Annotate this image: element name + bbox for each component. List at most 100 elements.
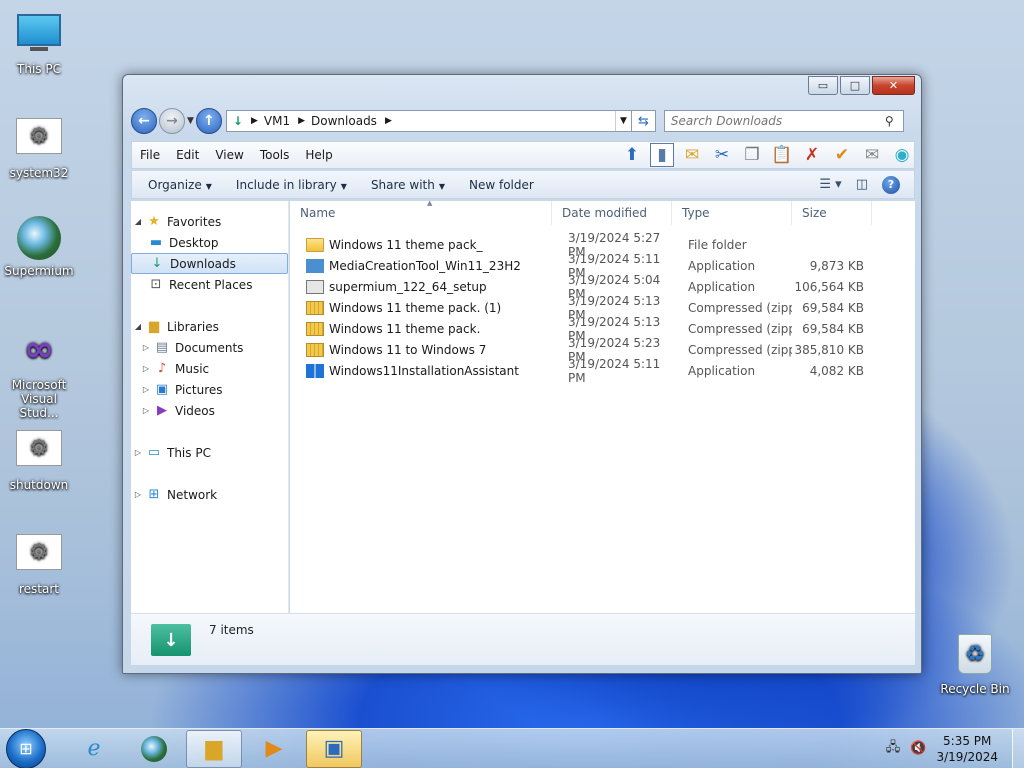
- taskbar: ⊞ ℯ ▆ ▶ ▣ 🖧 🔇 5:35 PM 3/19/2024: [0, 728, 1024, 768]
- search-box[interactable]: ⚲: [663, 110, 904, 132]
- nav-favorites[interactable]: ◢ ★ Favorites: [131, 211, 288, 232]
- nav-label: Desktop: [169, 235, 219, 250]
- taskbar-installer[interactable]: ▣: [306, 729, 362, 768]
- desktop-icon-this-pc[interactable]: This PC: [1, 10, 77, 76]
- taskbar-supermium[interactable]: [126, 730, 182, 768]
- menu-tools[interactable]: Tools: [252, 148, 298, 162]
- nav-recent-places[interactable]: ⊡ Recent Places: [131, 274, 288, 295]
- paste-icon[interactable]: 📋: [770, 143, 794, 167]
- column-header-name[interactable]: Name: [290, 201, 552, 225]
- file-type: Application: [688, 258, 756, 273]
- expand-arrow-icon[interactable]: ▷: [131, 448, 145, 457]
- desktop-icon-supermium[interactable]: Supermium: [1, 216, 77, 278]
- desktop-icon-recycle-bin[interactable]: ♻ Recycle Bin: [937, 634, 1013, 696]
- internet-explorer-icon: ℯ: [87, 736, 101, 761]
- column-header-size[interactable]: Size: [792, 201, 872, 225]
- cut-icon[interactable]: ✂: [710, 143, 734, 167]
- address-bar[interactable]: ↓ ▶ VM1 ▶ Downloads ▶ ▼: [225, 110, 632, 132]
- column-headers: ▲ Name Date modified Type Size: [290, 199, 915, 225]
- desktop-icon-visual-studio[interactable]: ∞ Microsoft Visual Stud...: [1, 330, 77, 421]
- include-in-library-button[interactable]: Include in library ▼: [228, 178, 355, 192]
- volume-muted-icon[interactable]: 🔇: [910, 741, 926, 756]
- taskbar-internet-explorer[interactable]: ℯ: [66, 730, 122, 768]
- desktop-icon-system32[interactable]: ⚙ system32: [1, 114, 77, 180]
- column-header-type[interactable]: Type: [672, 201, 792, 225]
- network-icon: ⊞: [148, 487, 160, 502]
- nav-music[interactable]: ▷ ♪ Music: [131, 358, 288, 379]
- menu-file[interactable]: File: [132, 148, 168, 162]
- folder-options-icon[interactable]: ✉: [680, 143, 704, 167]
- breadcrumb-separator[interactable]: ▶: [251, 116, 258, 126]
- desktop-icon-restart[interactable]: ⚙ restart: [1, 530, 77, 596]
- breadcrumb-vm1[interactable]: VM1: [264, 114, 290, 128]
- menu-view[interactable]: View: [207, 148, 251, 162]
- breadcrumb-separator[interactable]: ▶: [385, 116, 392, 126]
- expand-arrow-icon[interactable]: ▷: [139, 385, 153, 394]
- desktop-icon: ▬: [149, 235, 163, 250]
- expand-arrow-icon[interactable]: ▷: [139, 343, 153, 352]
- address-dropdown-button[interactable]: ▼: [614, 111, 631, 131]
- windows-logo-icon: ⊞: [19, 739, 33, 758]
- forward-button[interactable]: →: [159, 108, 185, 134]
- preview-pane-icon[interactable]: ◫: [856, 177, 868, 192]
- show-desktop-button[interactable]: [1012, 729, 1024, 768]
- browser-icon: [15, 216, 63, 260]
- new-folder-button[interactable]: New folder: [461, 178, 542, 192]
- file-size: 69,584 KB: [802, 321, 864, 336]
- close-button[interactable]: ✕: [872, 76, 915, 95]
- network-status-icon[interactable]: 🖧: [886, 738, 901, 760]
- nav-network[interactable]: ▷ ⊞ Network: [131, 484, 288, 505]
- breadcrumb-separator[interactable]: ▶: [298, 116, 305, 126]
- desktop-icon-shutdown[interactable]: ⚙ shutdown: [1, 426, 77, 492]
- search-input[interactable]: [664, 114, 885, 128]
- music-icon: ♪: [157, 361, 167, 376]
- expand-arrow-icon[interactable]: ▷: [139, 406, 153, 415]
- share-with-button[interactable]: Share with ▼: [363, 178, 453, 192]
- up-button[interactable]: ↑: [195, 108, 222, 134]
- clock[interactable]: 5:35 PM 3/19/2024: [936, 733, 998, 765]
- checkmark-icon[interactable]: ✔: [830, 143, 854, 167]
- file-size: 385,810 KB: [794, 342, 864, 357]
- view-options-icon[interactable]: ☰ ▾: [819, 177, 841, 192]
- taskbar-media-player[interactable]: ▶: [246, 730, 302, 768]
- start-button[interactable]: ⊞: [6, 728, 46, 768]
- application-icon: [306, 258, 324, 273]
- column-header-date[interactable]: Date modified: [552, 201, 672, 225]
- copy-icon[interactable]: ❐: [740, 143, 764, 167]
- delete-icon[interactable]: ✗: [800, 143, 824, 167]
- help-icon[interactable]: ?: [882, 175, 900, 194]
- search-icon[interactable]: ⚲: [885, 114, 903, 128]
- menu-help[interactable]: Help: [297, 148, 340, 162]
- nav-pictures[interactable]: ▷ ▣ Pictures: [131, 379, 288, 400]
- batch-file-icon: ⚙: [15, 430, 63, 474]
- expand-arrow-icon[interactable]: ▷: [139, 364, 153, 373]
- minimize-button[interactable]: ▭: [808, 76, 838, 95]
- expand-arrow-icon[interactable]: ◢: [131, 217, 145, 226]
- menu-edit[interactable]: Edit: [168, 148, 207, 162]
- refresh-button[interactable]: ⇆: [631, 110, 656, 132]
- properties-icon[interactable]: ✉: [860, 143, 884, 167]
- folders-pane-icon[interactable]: ▮: [650, 143, 674, 167]
- back-button[interactable]: ←: [131, 108, 157, 134]
- organize-button[interactable]: Organize ▼: [140, 178, 220, 192]
- table-row[interactable]: Windows11InstallationAssistant 3/19/2024 …: [290, 357, 915, 385]
- nav-documents[interactable]: ▷ ▤ Documents: [131, 337, 288, 358]
- maximize-button[interactable]: □: [840, 76, 870, 95]
- nav-libraries[interactable]: ◢ ▆ Libraries: [131, 316, 288, 337]
- file-list: ▲ Name Date modified Type Size Windows 1…: [290, 199, 915, 613]
- expand-arrow-icon[interactable]: ◢: [131, 322, 145, 331]
- up-arrow-icon[interactable]: ⬆: [620, 143, 644, 167]
- taskbar-file-explorer[interactable]: ▆: [186, 729, 242, 768]
- nav-desktop[interactable]: ▬ Desktop: [131, 232, 288, 253]
- nav-this-pc[interactable]: ▷ ▭ This PC: [131, 442, 288, 463]
- expand-arrow-icon[interactable]: ▷: [131, 490, 145, 499]
- shell-icon[interactable]: ◉: [890, 143, 914, 167]
- desktop-icon-label: restart: [18, 582, 59, 596]
- nav-downloads[interactable]: ↓ Downloads: [131, 253, 288, 274]
- batch-file-icon: ⚙: [15, 534, 63, 578]
- nav-videos[interactable]: ▷ ▶ Videos: [131, 400, 288, 421]
- breadcrumb-downloads[interactable]: Downloads: [311, 114, 377, 128]
- file-size: 9,873 KB: [809, 258, 864, 273]
- desktop-icon-label: Microsoft Visual Stud...: [11, 378, 67, 420]
- recent-pages-dropdown[interactable]: ▼: [187, 116, 194, 126]
